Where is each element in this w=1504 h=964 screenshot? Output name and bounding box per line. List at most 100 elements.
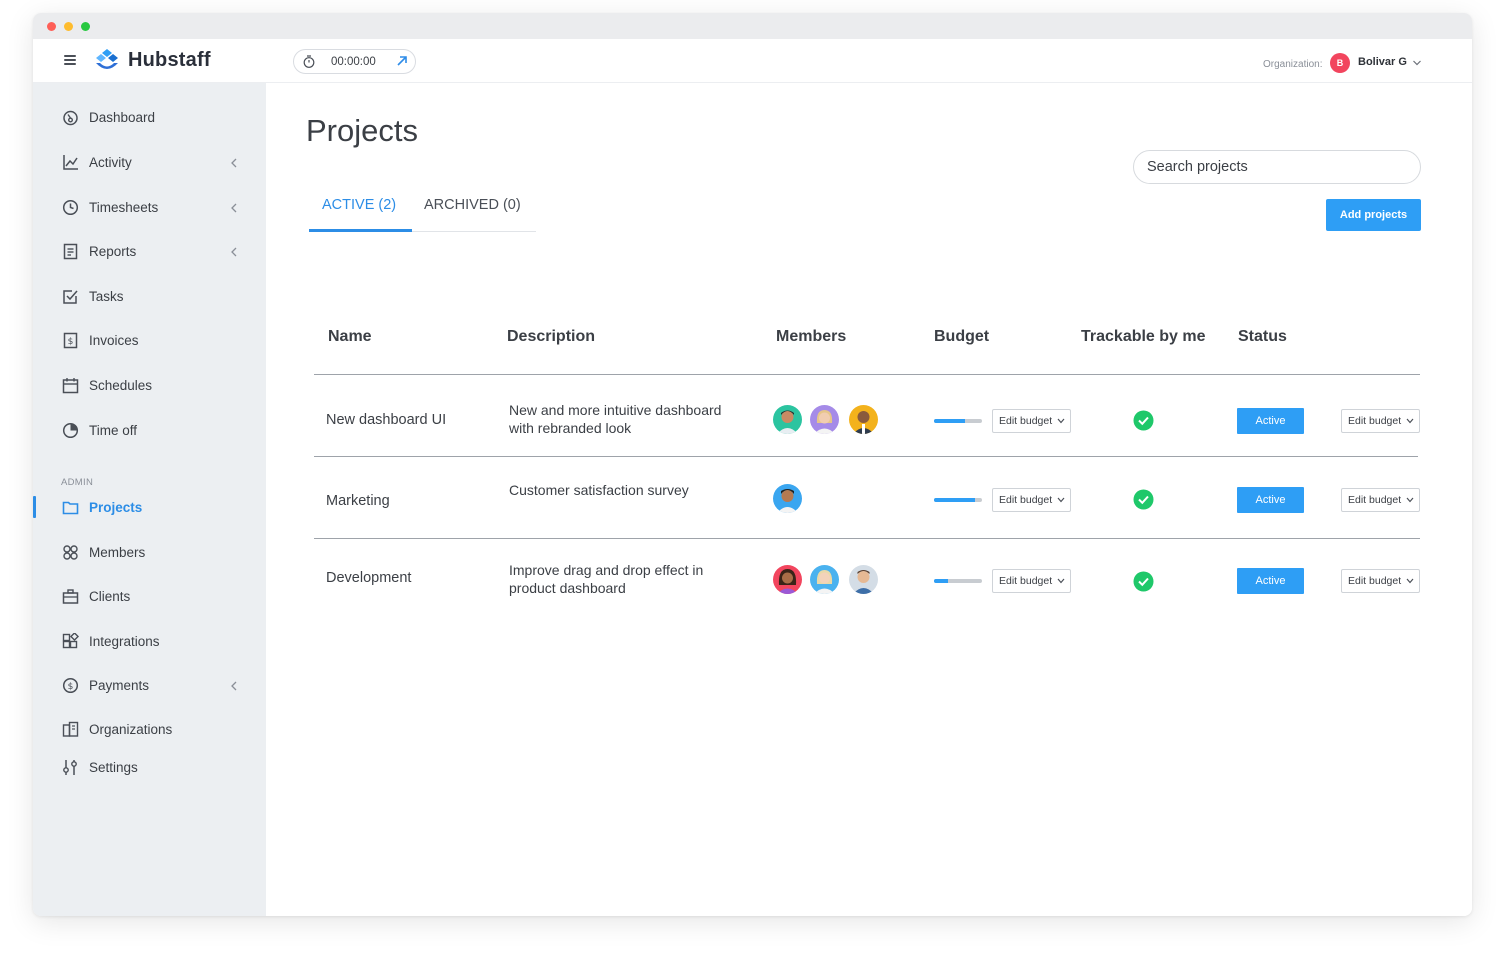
edit-budget-action-dropdown[interactable]: Edit budget [1341, 409, 1421, 433]
project-description: Customer satisfaction survey [509, 482, 689, 498]
hamburger-menu-icon[interactable] [64, 55, 76, 65]
app-logo-text: Hubstaff [128, 49, 211, 71]
sidebar-item-invoices[interactable]: $ Invoices [33, 327, 266, 355]
edit-budget-label: Edit budget [999, 415, 1053, 427]
integrations-icon [62, 633, 79, 649]
edit-budget-action-dropdown[interactable]: Edit budget [1341, 569, 1421, 593]
timer-value: 00:00:00 [331, 56, 376, 68]
clock-icon [62, 199, 79, 216]
budget-progress-bar [934, 419, 982, 423]
edit-budget-label: Edit budget [999, 575, 1053, 587]
app-window: Hubstaff 00:00:00 Organization: B Boliva… [33, 13, 1472, 916]
row-divider [314, 456, 1418, 457]
chevron-down-icon [1057, 578, 1065, 584]
activity-icon [63, 155, 78, 170]
sidebar-item-label: Timesheets [89, 200, 159, 215]
org-name[interactable]: Bolivar G [1358, 56, 1407, 68]
top-bar: Hubstaff 00:00:00 Organization: B Boliva… [33, 39, 1472, 83]
timer-widget[interactable]: 00:00:00 [293, 49, 416, 74]
svg-text:$: $ [68, 337, 74, 347]
org-avatar[interactable]: B [1330, 53, 1350, 73]
sidebar-item-tasks[interactable]: Tasks [33, 283, 266, 311]
sliders-icon [63, 760, 77, 775]
column-header-status: Status [1238, 328, 1287, 345]
stopwatch-icon [303, 55, 315, 68]
budget-progress-bar [934, 498, 982, 502]
admin-section-label: ADMIN [61, 477, 94, 488]
sidebar-item-label: Organizations [89, 722, 173, 737]
avatar[interactable] [808, 403, 841, 436]
sidebar-item-activity[interactable]: Activity [33, 149, 266, 177]
edit-budget-dropdown[interactable]: Edit budget [992, 488, 1072, 512]
edit-budget-dropdown[interactable]: Edit budget [992, 569, 1072, 593]
edit-budget-dropdown[interactable]: Edit budget [992, 409, 1072, 433]
avatar[interactable] [771, 482, 804, 515]
sidebar-item-label: Clients [89, 589, 131, 604]
chevron-left-icon [231, 203, 237, 213]
sidebar-item-payments[interactable]: $ Payments [33, 672, 266, 700]
sidebar-item-settings[interactable]: Settings [33, 754, 266, 782]
sidebar-item-reports[interactable]: Reports [33, 238, 266, 266]
main-content: Projects ACTIVE (2) ARCHIVED (0) Add pro… [266, 83, 1472, 916]
active-tab-indicator [309, 229, 412, 232]
column-header-description: Description [507, 328, 596, 345]
sidebar-item-dashboard[interactable]: Dashboard [33, 104, 266, 132]
chevron-down-icon[interactable] [1412, 59, 1422, 67]
project-description: New and more intuitive dashboard with re… [509, 402, 722, 436]
project-name[interactable]: Development [326, 570, 411, 586]
edit-budget-label: Edit budget [1348, 575, 1402, 587]
report-icon [63, 243, 78, 260]
edit-budget-label: Edit budget [1348, 494, 1402, 506]
status-badge[interactable]: Active [1237, 487, 1304, 513]
tab-archived[interactable]: ARCHIVED (0) [424, 197, 521, 213]
avatar[interactable] [847, 563, 880, 596]
chevron-down-icon [1406, 497, 1414, 503]
chevron-left-icon [231, 247, 237, 257]
dollar-icon: $ [62, 677, 79, 694]
expand-arrow-icon[interactable] [396, 55, 408, 67]
sidebar-item-time-off[interactable]: Time off [33, 417, 266, 445]
organization-label: Organization: [1263, 59, 1323, 70]
status-badge[interactable]: Active [1237, 568, 1304, 594]
calendar-icon [62, 378, 79, 394]
chevron-down-icon [1406, 418, 1414, 424]
sidebar-item-label: Reports [89, 244, 137, 259]
header-divider [314, 374, 1420, 375]
sidebar-item-projects[interactable]: Projects [33, 494, 266, 522]
avatar[interactable] [808, 563, 841, 596]
column-header-members: Members [776, 328, 847, 345]
status-badge[interactable]: Active [1237, 408, 1304, 434]
add-projects-button[interactable]: Add projects [1326, 199, 1421, 231]
project-name[interactable]: New dashboard UI [326, 412, 446, 428]
search-projects-input[interactable] [1133, 150, 1421, 184]
sidebar-item-integrations[interactable]: Integrations [33, 628, 266, 656]
sidebar-item-label: Dashboard [89, 110, 156, 125]
avatar[interactable] [847, 403, 880, 436]
edit-budget-action-dropdown[interactable]: Edit budget [1341, 488, 1421, 512]
sidebar-item-label: Invoices [89, 333, 139, 348]
avatar[interactable] [771, 403, 804, 436]
folder-icon [62, 501, 79, 515]
chevron-down-icon [1057, 418, 1065, 424]
project-name[interactable]: Marketing [326, 493, 390, 509]
avatar[interactable] [771, 563, 804, 596]
sidebar-item-clients[interactable]: Clients [33, 583, 266, 611]
sidebar: Dashboard Activity Timesheets Reports Ta… [33, 83, 266, 916]
chevron-left-icon [231, 681, 237, 691]
sidebar-item-label: Tasks [89, 289, 124, 304]
sidebar-item-label: Payments [89, 678, 150, 693]
project-tabs: ACTIVE (2) ARCHIVED (0) [309, 187, 536, 232]
sidebar-item-organizations[interactable]: Organizations [33, 716, 266, 744]
check-circle-icon [1133, 571, 1154, 592]
chevron-down-icon [1406, 578, 1414, 584]
window-chrome [33, 13, 1472, 39]
maximize-window-button[interactable] [81, 22, 90, 31]
sidebar-item-schedules[interactable]: Schedules [33, 372, 266, 400]
sidebar-item-timesheets[interactable]: Timesheets [33, 194, 266, 222]
close-window-button[interactable] [47, 22, 56, 31]
minimize-window-button[interactable] [64, 22, 73, 31]
pie-icon [62, 422, 79, 439]
tab-active[interactable]: ACTIVE (2) [322, 197, 396, 213]
sidebar-item-members[interactable]: Members [33, 539, 266, 567]
edit-budget-label: Edit budget [1348, 415, 1402, 427]
